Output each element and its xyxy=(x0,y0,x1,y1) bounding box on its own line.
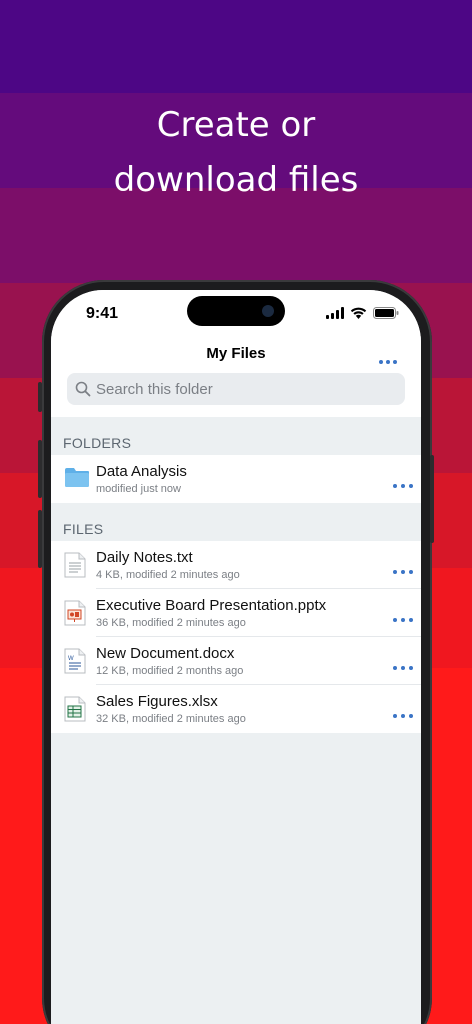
more-icon[interactable] xyxy=(393,475,413,493)
more-icon[interactable] xyxy=(393,609,413,627)
search-placeholder: Search this folder xyxy=(96,380,213,398)
files-header: FILES xyxy=(63,521,104,537)
more-icon[interactable] xyxy=(393,561,413,579)
file-row[interactable]: Daily Notes.txt 4 KB, modified 2 minutes… xyxy=(51,541,421,589)
search-icon xyxy=(75,381,91,397)
status-time: 9:41 xyxy=(86,305,119,322)
status-icons xyxy=(326,306,399,324)
file-name: New Document.docx xyxy=(96,645,235,662)
folder-name: Data Analysis xyxy=(96,463,187,480)
volume-up-button xyxy=(38,440,42,498)
dynamic-island xyxy=(187,296,285,326)
volume-down-button xyxy=(38,510,42,568)
folder-icon xyxy=(64,466,90,493)
spreadsheet-file-icon xyxy=(64,696,86,727)
folders-header: FOLDERS xyxy=(63,435,132,451)
battery-icon xyxy=(373,306,399,324)
file-row[interactable]: W New Document.docx 12 KB, modified 2 mo… xyxy=(51,637,421,685)
search-input[interactable]: Search this folder xyxy=(67,373,405,405)
folder-meta: modified just now xyxy=(96,483,181,495)
wifi-icon xyxy=(350,306,367,324)
folder-row-data-analysis[interactable]: Data Analysis modified just now xyxy=(51,455,421,503)
headline: Create or download files xyxy=(0,98,472,208)
file-meta: 12 KB, modified 2 months ago xyxy=(96,665,244,677)
phone-screen: 9:41 My Files Search this folder FOLDERS… xyxy=(51,290,421,1024)
file-meta: 32 KB, modified 2 minutes ago xyxy=(96,713,246,725)
signal-icon xyxy=(326,306,344,324)
more-icon[interactable] xyxy=(393,705,413,723)
file-row[interactable]: Sales Figures.xlsx 32 KB, modified 2 min… xyxy=(51,685,421,733)
camera-icon xyxy=(262,305,274,317)
page-title: My Files xyxy=(206,345,266,362)
headline-line-2: download files xyxy=(113,160,359,200)
file-row[interactable]: Executive Board Presentation.pptx 36 KB,… xyxy=(51,589,421,637)
file-name: Executive Board Presentation.pptx xyxy=(96,597,327,614)
power-button xyxy=(430,455,434,543)
file-meta: 36 KB, modified 2 minutes ago xyxy=(96,617,246,629)
file-name: Daily Notes.txt xyxy=(96,549,193,566)
file-meta: 4 KB, modified 2 minutes ago xyxy=(96,569,240,581)
word-file-icon: W xyxy=(64,648,86,679)
svg-text:W: W xyxy=(68,656,74,662)
presentation-file-icon xyxy=(64,600,86,631)
more-icon[interactable] xyxy=(379,351,397,369)
file-name: Sales Figures.xlsx xyxy=(96,693,218,710)
text-file-icon xyxy=(64,552,86,583)
more-icon[interactable] xyxy=(393,657,413,675)
headline-line-1: Create or xyxy=(156,105,316,145)
action-button xyxy=(38,382,42,412)
